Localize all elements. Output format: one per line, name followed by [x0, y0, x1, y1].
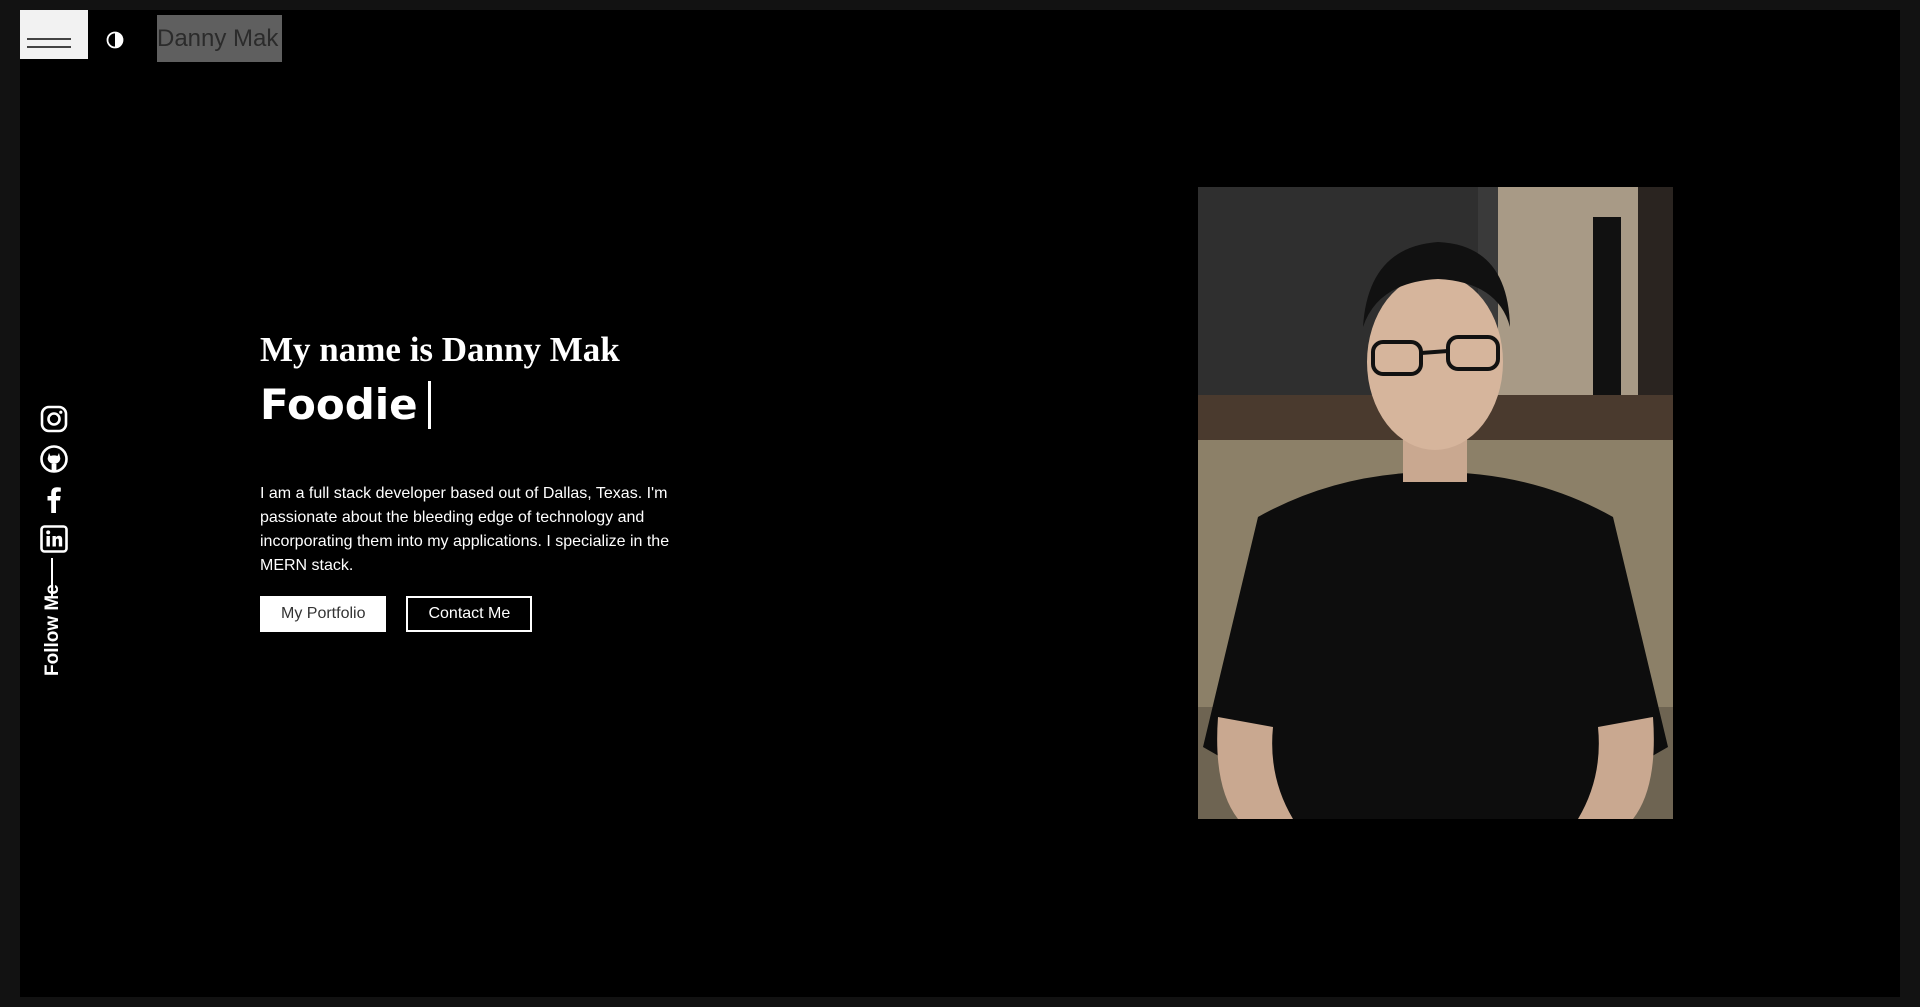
follow-me: Follow Me — [32, 558, 72, 678]
instagram-icon[interactable] — [39, 404, 69, 434]
hamburger-icon — [27, 38, 71, 40]
typing-cursor — [427, 381, 431, 429]
brand-logo[interactable]: Danny Mak — [157, 15, 282, 62]
contact-button[interactable]: Contact Me — [406, 596, 533, 632]
hero-section: My name is Danny Mak Foodie I am a full … — [260, 330, 720, 632]
theme-toggle-button[interactable] — [106, 31, 124, 49]
contrast-icon — [106, 31, 124, 49]
linkedin-icon[interactable] — [39, 524, 69, 554]
intro-heading: My name is Danny Mak — [260, 330, 620, 369]
portfolio-button[interactable]: My Portfolio — [260, 596, 387, 632]
role-text: Foodie — [260, 380, 418, 429]
follow-me-label: Follow Me — [42, 584, 63, 676]
hero-actions: My Portfolio Contact Me — [260, 596, 720, 632]
github-icon[interactable] — [39, 444, 69, 474]
social-links — [39, 404, 71, 564]
menu-button[interactable] — [20, 10, 88, 59]
bio-text: I am a full stack developer based out of… — [260, 485, 670, 574]
profile-photo — [1198, 187, 1673, 819]
facebook-icon[interactable] — [39, 484, 69, 514]
role-heading: Foodie — [260, 380, 720, 430]
hamburger-icon-line — [27, 46, 71, 48]
